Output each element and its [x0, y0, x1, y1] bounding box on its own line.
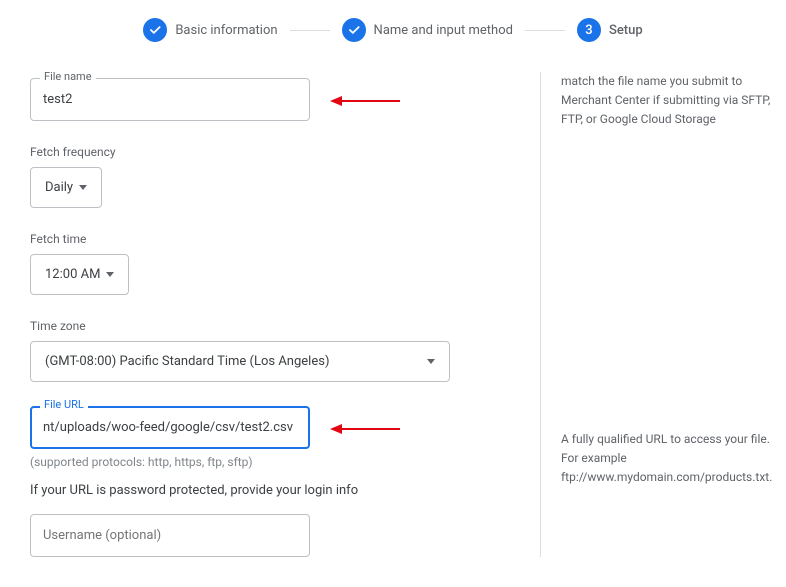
- fetch-time-label: Fetch time: [30, 232, 540, 246]
- spacer: [561, 130, 780, 430]
- step-label: Basic information: [175, 23, 277, 38]
- step-basic-info[interactable]: Basic information: [143, 18, 277, 42]
- step-label: Setup: [609, 23, 643, 38]
- time-zone-label: Time zone: [30, 319, 540, 333]
- password-instruction: If your URL is password protected, provi…: [30, 483, 540, 498]
- username-field: [30, 514, 540, 557]
- file-url-help: A fully qualified URL to access your fil…: [561, 430, 780, 488]
- step-divider: [290, 30, 330, 31]
- form-column: File name Fetch frequency Daily Fetch ti…: [30, 72, 540, 557]
- arrow-left-icon: [330, 418, 400, 443]
- arrow-left-icon: [330, 90, 400, 115]
- file-url-field: File URL: [30, 406, 540, 449]
- time-zone-value: (GMT-08:00) Pacific Standard Time (Los A…: [45, 354, 329, 369]
- fetch-frequency-label: Fetch frequency: [30, 145, 540, 159]
- username-input[interactable]: [30, 514, 310, 557]
- checkmark-icon: [342, 18, 366, 42]
- step-setup[interactable]: 3 Setup: [577, 18, 643, 42]
- chevron-down-icon: [79, 185, 87, 190]
- protocols-hint: (supported protocols: http, https, ftp, …: [30, 455, 540, 469]
- fetch-time-select[interactable]: 12:00 AM: [30, 254, 129, 295]
- time-zone-field: Time zone (GMT-08:00) Pacific Standard T…: [30, 319, 540, 382]
- chevron-down-icon: [427, 359, 435, 364]
- file-url-input[interactable]: [30, 406, 310, 449]
- file-name-field: File name: [30, 78, 540, 121]
- fetch-frequency-field: Fetch frequency Daily: [30, 145, 540, 208]
- file-name-label: File name: [40, 70, 96, 83]
- step-label: Name and input method: [374, 23, 513, 38]
- fetch-time-value: 12:00 AM: [45, 267, 100, 282]
- step-name-input[interactable]: Name and input method: [342, 18, 513, 42]
- fetch-frequency-select[interactable]: Daily: [30, 167, 102, 208]
- step-divider: [525, 30, 565, 31]
- file-url-label: File URL: [40, 398, 88, 411]
- step-number: 3: [577, 18, 601, 42]
- stepper: Basic information Name and input method …: [0, 0, 786, 62]
- file-name-help: match the file name you submit to Mercha…: [561, 72, 780, 130]
- file-name-input[interactable]: [30, 78, 310, 121]
- time-zone-select[interactable]: (GMT-08:00) Pacific Standard Time (Los A…: [30, 341, 450, 382]
- content: File name Fetch frequency Daily Fetch ti…: [0, 72, 786, 587]
- fetch-frequency-value: Daily: [45, 180, 73, 195]
- help-column: match the file name you submit to Mercha…: [540, 72, 780, 557]
- checkmark-icon: [143, 18, 167, 42]
- fetch-time-field: Fetch time 12:00 AM: [30, 232, 540, 295]
- chevron-down-icon: [106, 272, 114, 277]
